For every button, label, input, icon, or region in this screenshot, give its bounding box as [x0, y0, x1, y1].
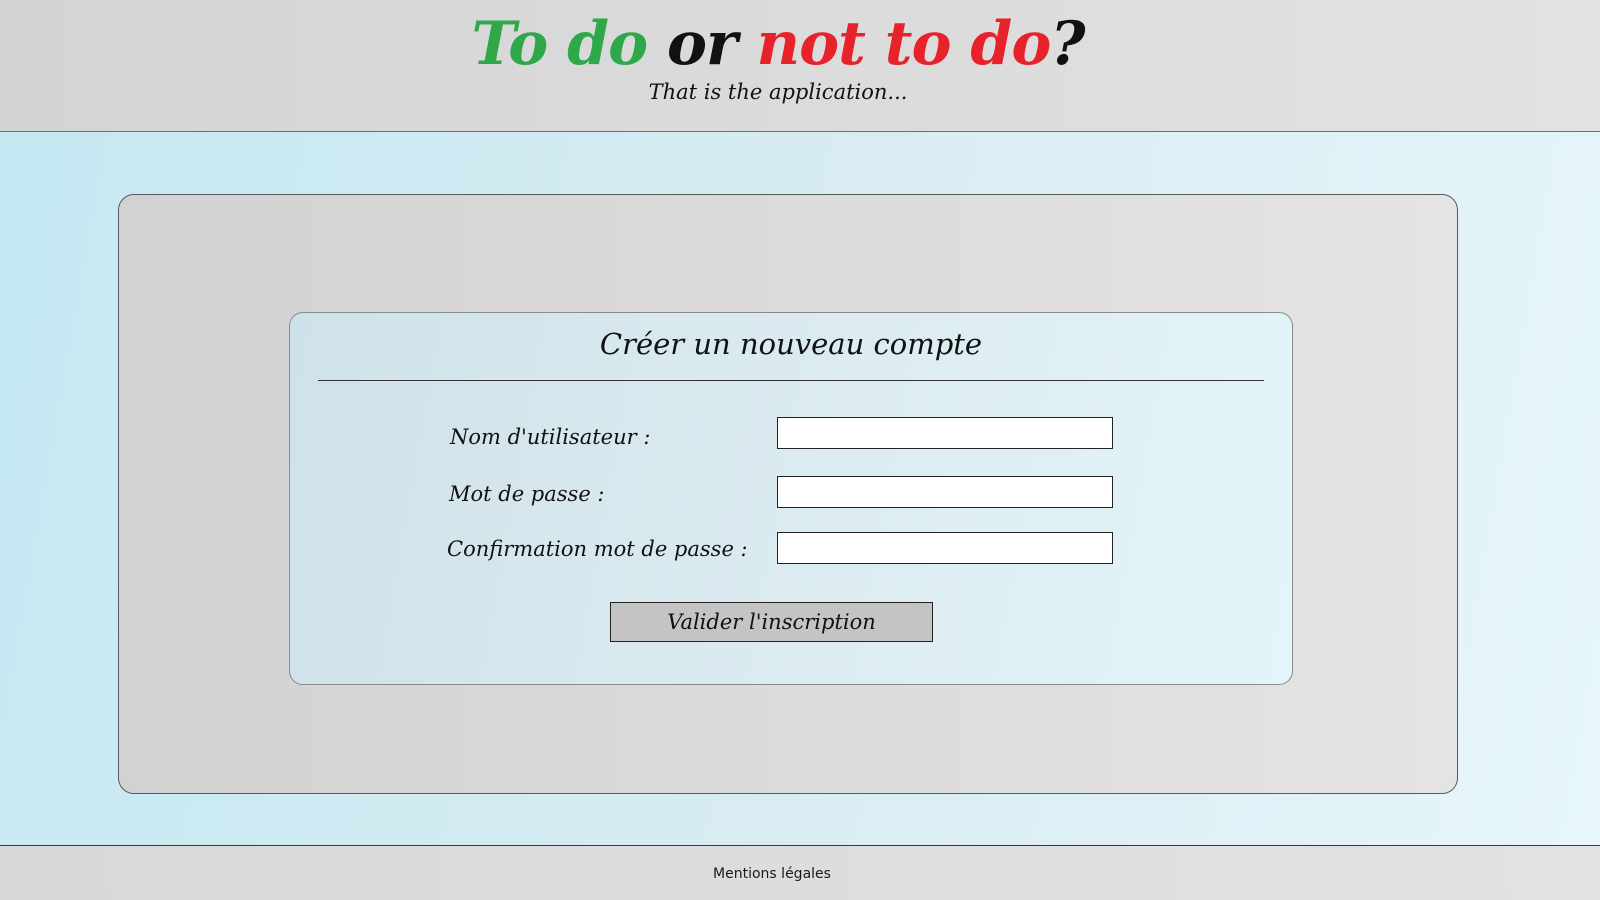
username-input[interactable] — [777, 417, 1113, 449]
submit-signup-button[interactable]: Valider l'inscription — [610, 602, 933, 642]
legal-notice-link[interactable]: Mentions légales — [0, 866, 1544, 882]
site-header: To do or not to do? That is the applicat… — [0, 0, 1600, 132]
site-footer: Mentions légales — [0, 845, 1600, 900]
title-divider — [318, 380, 1264, 381]
site-logo[interactable]: To do or not to do? — [0, 4, 1556, 84]
username-label: Nom d'utilisateur : — [450, 425, 651, 449]
signup-form: Créer un nouveau compte Nom d'utilisateu… — [289, 312, 1293, 685]
confirm-password-input[interactable] — [777, 532, 1113, 564]
logo-part-or: or — [647, 9, 757, 79]
logo-question-mark: ? — [1050, 9, 1085, 79]
form-title: Créer un nouveau compte — [599, 327, 983, 361]
password-label: Mot de passe : — [449, 482, 605, 506]
content-panel: Créer un nouveau compte Nom d'utilisateu… — [118, 194, 1458, 794]
confirm-password-label: Confirmation mot de passe : — [447, 537, 748, 561]
site-tagline: That is the application... — [648, 80, 908, 104]
main-content: Créer un nouveau compte Nom d'utilisateu… — [0, 132, 1600, 845]
password-input[interactable] — [777, 476, 1113, 508]
logo-part-not-to-do: not to do — [756, 9, 1052, 79]
logo-part-to-do: To do — [471, 9, 648, 79]
